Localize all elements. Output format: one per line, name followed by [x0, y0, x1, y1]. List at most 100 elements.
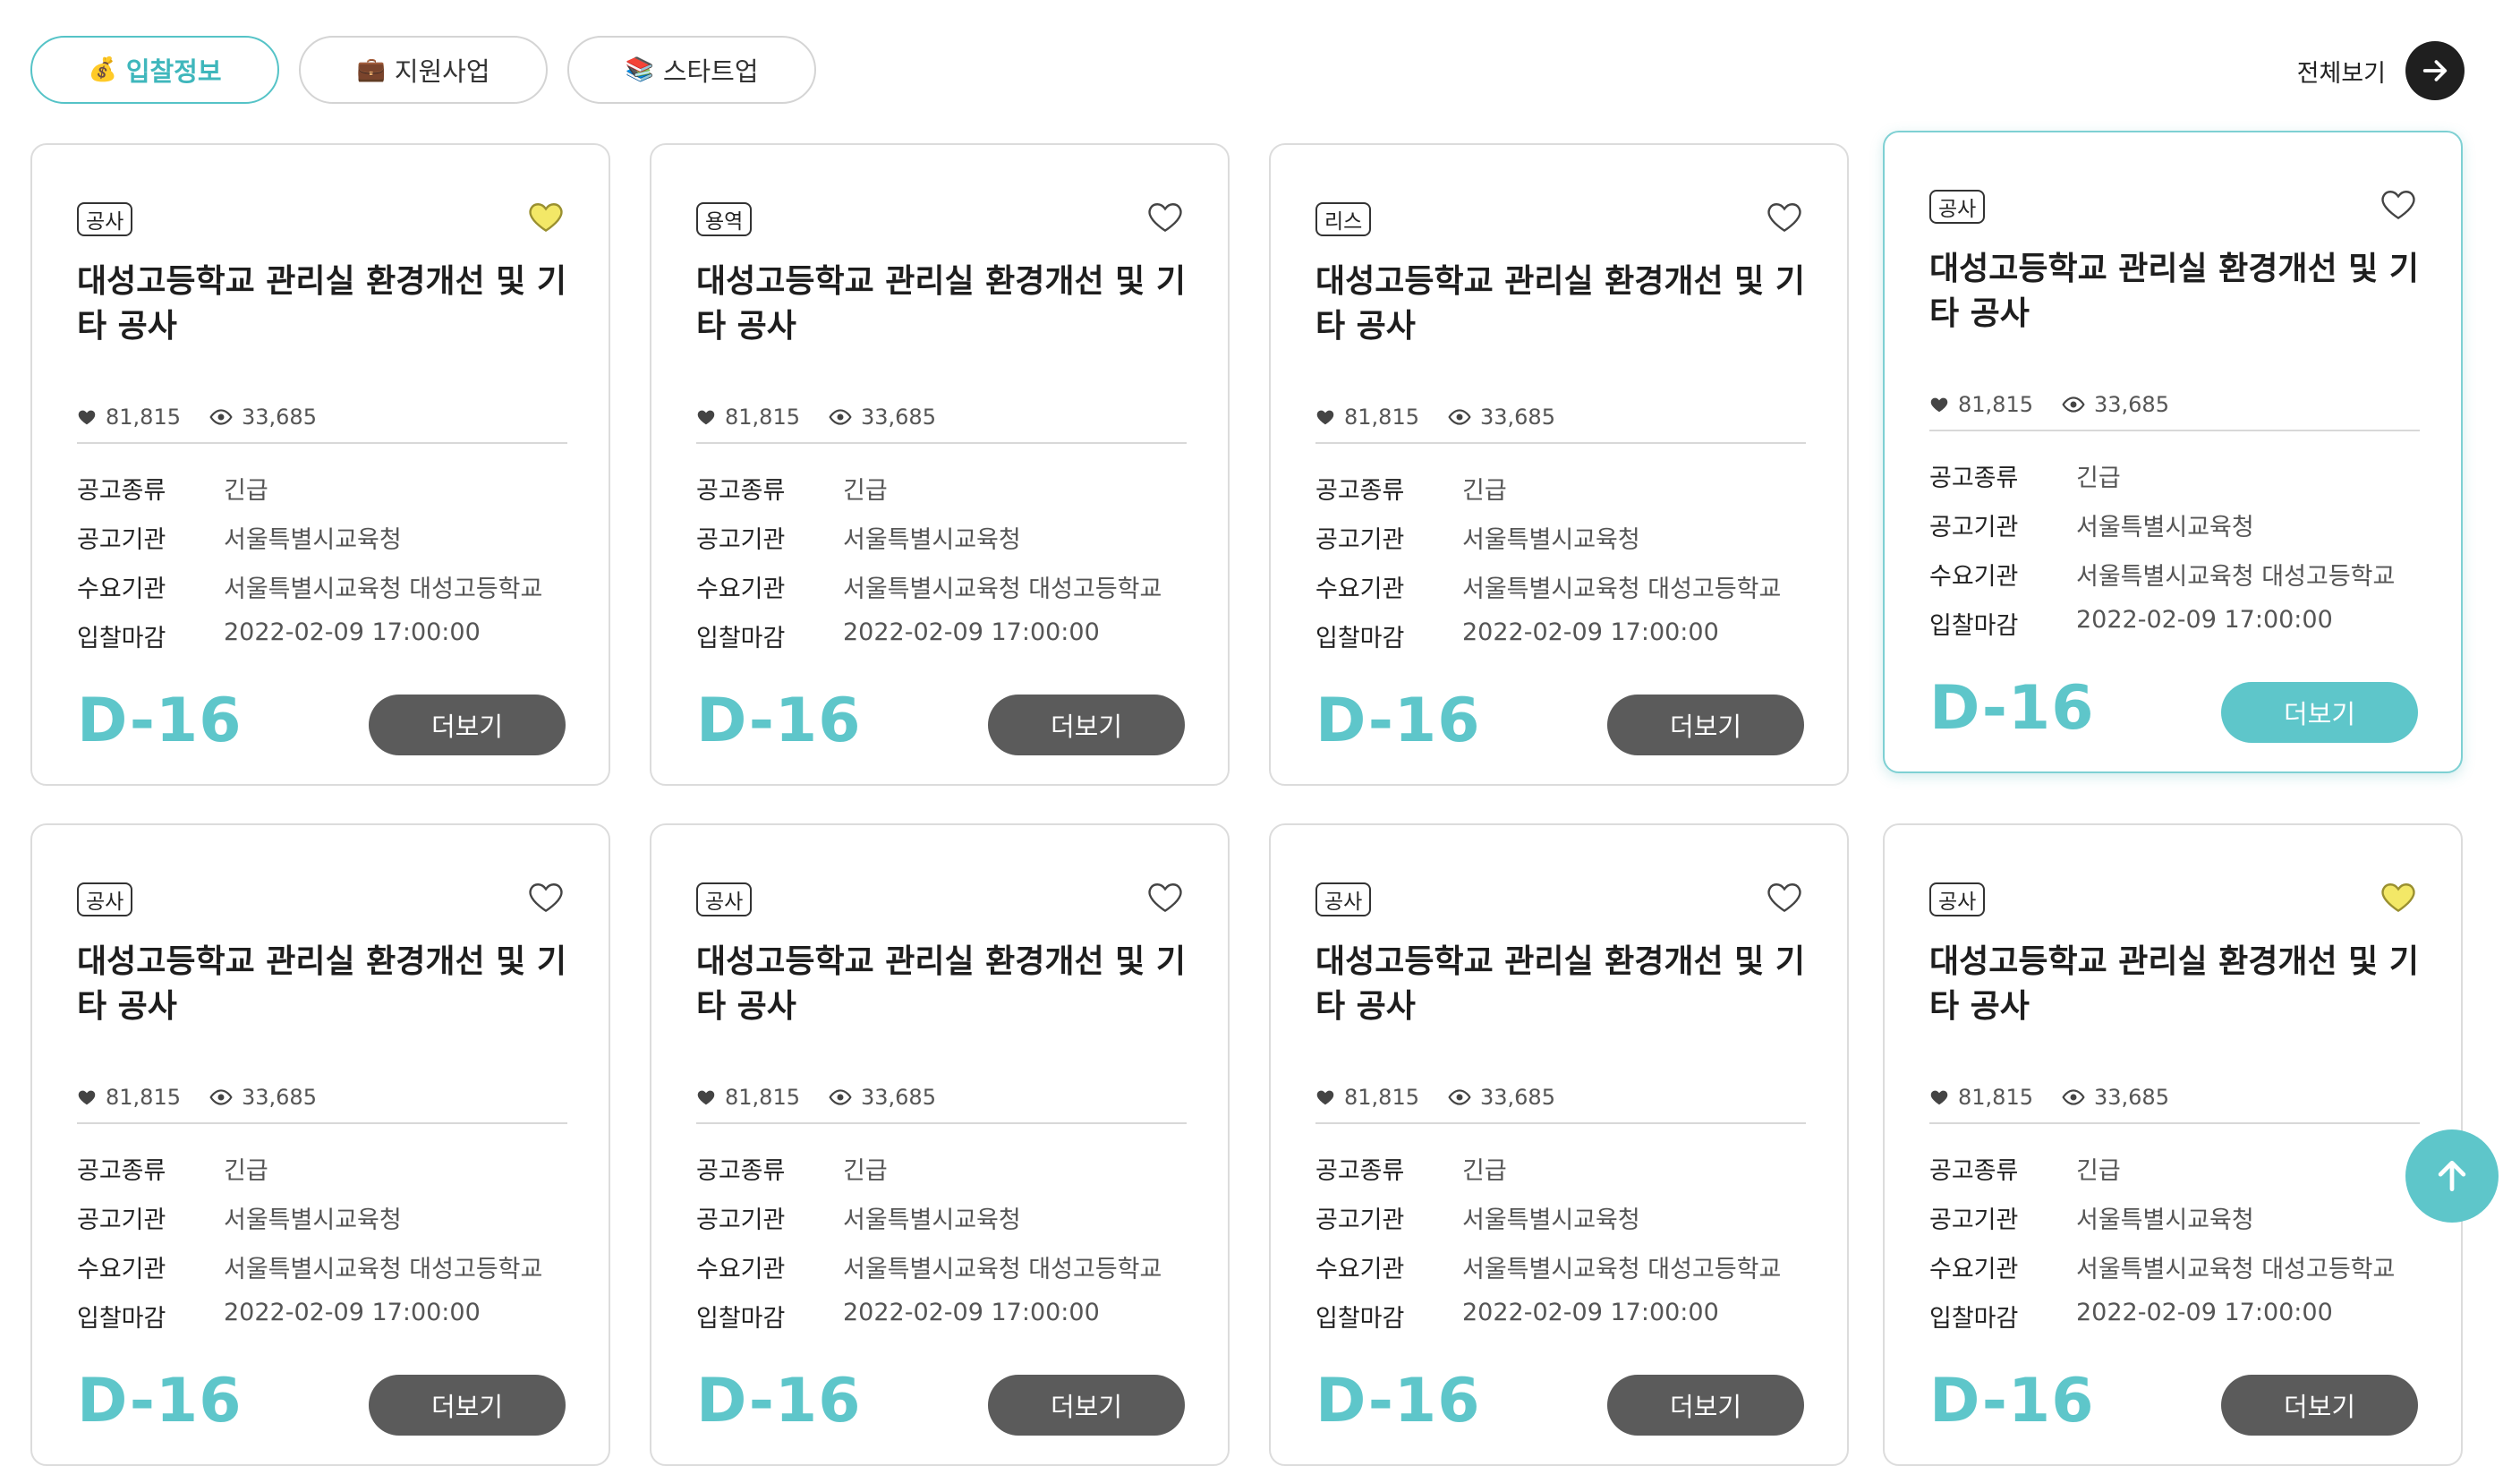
- d-day-counter: D-16: [77, 686, 243, 756]
- like-count: 81,815: [1315, 405, 1419, 430]
- d-day-counter: D-16: [1315, 1366, 1481, 1436]
- bid-card[interactable]: 공사 대성고등학교 관리실 환경개선 및 기타 공사 81,815 33,685…: [30, 823, 610, 1466]
- more-button[interactable]: 더보기: [1607, 695, 1804, 755]
- stats: 81,815 33,685: [1929, 392, 2169, 417]
- detail-label: 공고기관: [1929, 1206, 2019, 1234]
- detail-row-deadline: 입찰마감 2022-02-09 17:00:00: [1315, 1299, 1781, 1348]
- detail-value: 서울특별시교육청: [1462, 526, 1640, 554]
- more-button[interactable]: 더보기: [988, 695, 1185, 755]
- view-count: 33,685: [1448, 405, 1555, 430]
- more-button[interactable]: 더보기: [369, 1375, 566, 1436]
- detail-row-deadline: 입찰마감 2022-02-09 17:00:00: [1929, 606, 2395, 655]
- detail-value: 서울특별시교육청: [224, 1206, 402, 1234]
- notice-title[interactable]: 대성고등학교 관리실 환경개선 및 기타 공사: [1929, 940, 2431, 1029]
- detail-row-demand: 수요기관 서울특별시교육청 대성고등학교: [1929, 557, 2395, 606]
- detail-value: 긴급: [843, 1157, 888, 1185]
- like-count: 81,815: [1929, 1085, 2033, 1110]
- detail-label: 입찰마감: [1315, 1305, 1405, 1333]
- detail-label: 수요기관: [77, 575, 166, 603]
- detail-value: 긴급: [224, 477, 268, 505]
- more-button[interactable]: 더보기: [988, 1375, 1185, 1436]
- tab-support-programs[interactable]: 💼 지원사업: [299, 36, 548, 104]
- heart-filled-icon: [1930, 397, 1948, 413]
- notice-title[interactable]: 대성고등학교 관리실 환경개선 및 기타 공사: [696, 940, 1197, 1029]
- category-badge: 공사: [696, 882, 753, 916]
- view-count: 33,685: [209, 1085, 317, 1110]
- bid-card[interactable]: 리스 대성고등학교 관리실 환경개선 및 기타 공사 81,815 33,685…: [1269, 143, 1849, 786]
- bid-card[interactable]: 공사 대성고등학교 관리실 환경개선 및 기타 공사 81,815 33,685…: [1883, 823, 2463, 1466]
- scroll-to-top-button[interactable]: [2405, 1129, 2499, 1223]
- detail-row-deadline: 입찰마감 2022-02-09 17:00:00: [696, 618, 1162, 668]
- more-button[interactable]: 더보기: [2221, 682, 2418, 743]
- divider: [696, 442, 1187, 444]
- detail-row-deadline: 입찰마감 2022-02-09 17:00:00: [77, 1299, 542, 1348]
- divider: [77, 442, 567, 444]
- tab-label: 지원사업: [394, 56, 490, 87]
- view-count: 33,685: [2062, 1085, 2169, 1110]
- favorite-heart-icon[interactable]: [2379, 877, 2418, 916]
- tab-bid-info[interactable]: 💰 입찰정보: [30, 36, 279, 104]
- bid-card[interactable]: 공사 대성고등학교 관리실 환경개선 및 기타 공사 81,815 33,685…: [650, 823, 1230, 1466]
- divider: [696, 1122, 1187, 1124]
- favorite-heart-icon[interactable]: [526, 197, 566, 236]
- favorite-heart-icon[interactable]: [526, 877, 566, 916]
- heart-filled-icon: [78, 410, 96, 425]
- more-button[interactable]: 더보기: [369, 695, 566, 755]
- divider: [1929, 430, 2420, 431]
- detail-value: 서울특별시교육청 대성고등학교: [224, 575, 543, 603]
- favorite-heart-icon[interactable]: [2379, 184, 2418, 224]
- detail-label: 공고기관: [1315, 1206, 1405, 1234]
- tab-label: 스타트업: [662, 56, 759, 87]
- bid-card[interactable]: 공사 대성고등학교 관리실 환경개선 및 기타 공사 81,815 33,685…: [1883, 131, 2463, 773]
- notice-title[interactable]: 대성고등학교 관리실 환경개선 및 기타 공사: [1315, 260, 1817, 349]
- detail-value: 2022-02-09 17:00:00: [843, 618, 1100, 646]
- notice-title[interactable]: 대성고등학교 관리실 환경개선 및 기타 공사: [1929, 247, 2431, 337]
- view-count: 33,685: [829, 405, 936, 430]
- detail-value: 서울특별시교육청: [1462, 1206, 1640, 1234]
- favorite-heart-icon[interactable]: [1145, 197, 1185, 236]
- detail-row-deadline: 입찰마감 2022-02-09 17:00:00: [1929, 1299, 2395, 1348]
- detail-label: 공고종류: [1315, 1157, 1405, 1185]
- eye-icon: [1448, 409, 1471, 425]
- detail-value: 2022-02-09 17:00:00: [224, 1299, 481, 1326]
- detail-label: 공고종류: [77, 477, 166, 505]
- view-count: 33,685: [209, 405, 317, 430]
- detail-label: 공고종류: [1929, 1157, 2019, 1185]
- bid-card[interactable]: 공사 대성고등학교 관리실 환경개선 및 기타 공사 81,815 33,685…: [1269, 823, 1849, 1466]
- detail-value: 2022-02-09 17:00:00: [1462, 618, 1719, 646]
- detail-value: 서울특별시교육청: [224, 526, 402, 554]
- arrow-right-icon[interactable]: [2405, 41, 2465, 100]
- detail-value: 서울특별시교육청: [843, 1206, 1021, 1234]
- notice-details: 공고종류 긴급 공고기관 서울특별시교육청 수요기관 서울특별시교육청 대성고등학교 …: [77, 471, 542, 668]
- view-all-link[interactable]: 전체보기: [2297, 41, 2465, 100]
- detail-row-demand: 수요기관 서울특별시교육청 대성고등학교: [77, 569, 542, 618]
- like-count: 81,815: [1929, 392, 2033, 417]
- detail-row-demand: 수요기관 서울특별시교육청 대성고등학교: [77, 1249, 542, 1299]
- notice-title[interactable]: 대성고등학교 관리실 환경개선 및 기타 공사: [77, 940, 578, 1029]
- divider: [1315, 442, 1806, 444]
- favorite-heart-icon[interactable]: [1765, 197, 1804, 236]
- d-day-counter: D-16: [696, 1366, 862, 1436]
- more-button[interactable]: 더보기: [2221, 1375, 2418, 1436]
- eye-icon: [209, 409, 233, 425]
- notice-title[interactable]: 대성고등학교 관리실 환경개선 및 기타 공사: [77, 260, 578, 349]
- bid-card[interactable]: 용역 대성고등학교 관리실 환경개선 및 기타 공사 81,815 33,685…: [650, 143, 1230, 786]
- notice-title[interactable]: 대성고등학교 관리실 환경개선 및 기타 공사: [696, 260, 1197, 349]
- heart-filled-icon: [697, 410, 715, 425]
- detail-value: 서울특별시교육청 대성고등학교: [2076, 563, 2396, 591]
- detail-row-agency: 공고기관 서울특별시교육청: [1929, 1200, 2395, 1249]
- d-day-counter: D-16: [77, 1366, 243, 1436]
- tab-startup[interactable]: 📚 스타트업: [567, 36, 816, 104]
- favorite-heart-icon[interactable]: [1765, 877, 1804, 916]
- detail-label: 입찰마감: [696, 1305, 786, 1333]
- detail-row-type: 공고종류 긴급: [1929, 458, 2395, 507]
- notice-title[interactable]: 대성고등학교 관리실 환경개선 및 기타 공사: [1315, 940, 1817, 1029]
- view-count: 33,685: [2062, 392, 2169, 417]
- view-count: 33,685: [1448, 1085, 1555, 1110]
- detail-row-demand: 수요기관 서울특별시교육청 대성고등학교: [1929, 1249, 2395, 1299]
- detail-row-demand: 수요기관 서울특별시교육청 대성고등학교: [696, 1249, 1162, 1299]
- more-button[interactable]: 더보기: [1607, 1375, 1804, 1436]
- favorite-heart-icon[interactable]: [1145, 877, 1185, 916]
- detail-label: 입찰마감: [1929, 612, 2019, 640]
- bid-card[interactable]: 공사 대성고등학교 관리실 환경개선 및 기타 공사 81,815 33,685…: [30, 143, 610, 786]
